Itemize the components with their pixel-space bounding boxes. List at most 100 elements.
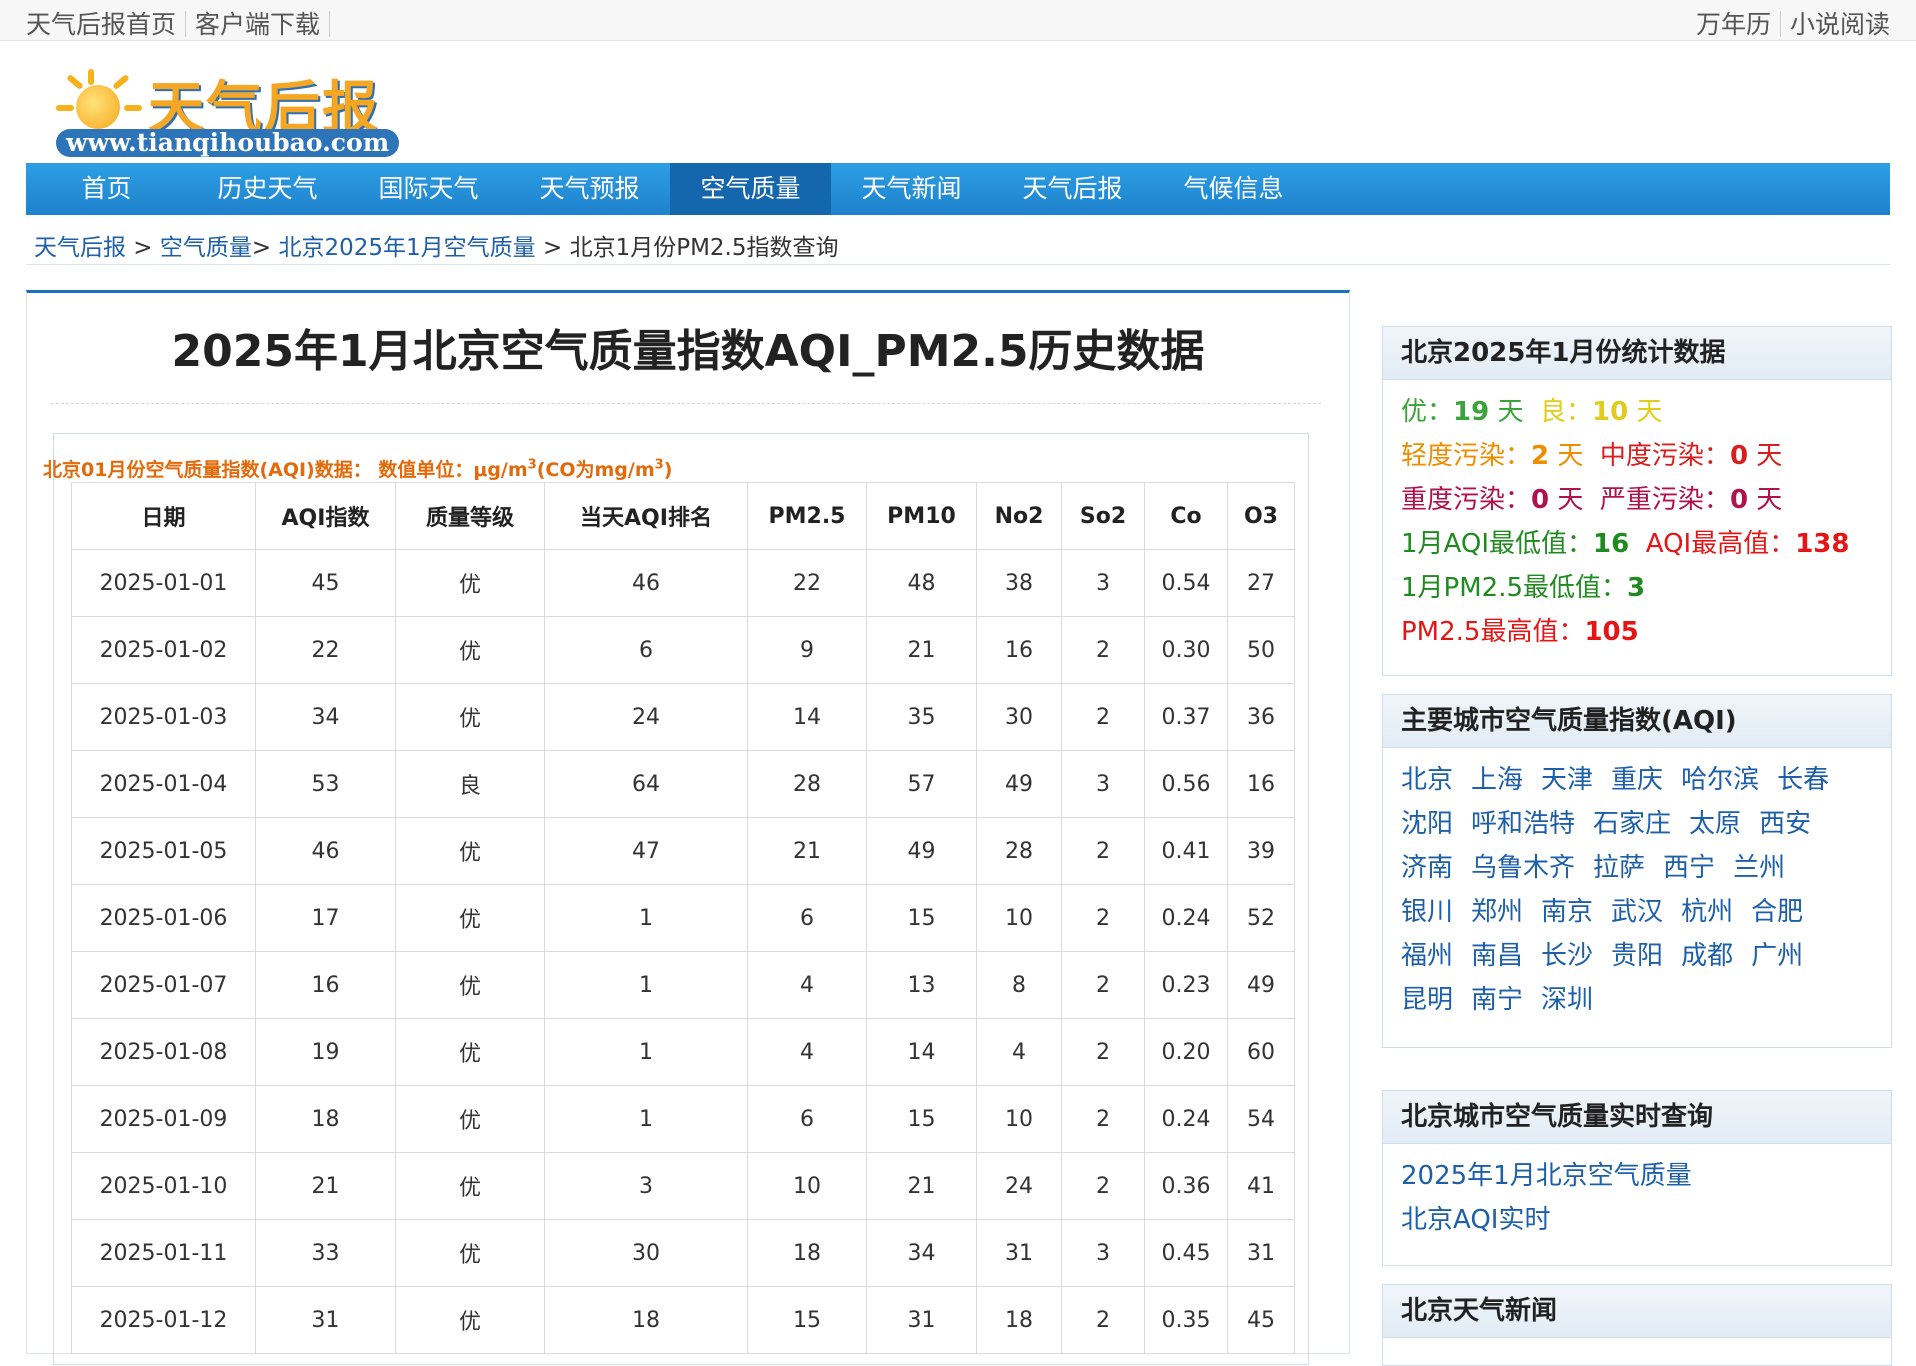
table-cell: 31 (976, 1219, 1062, 1287)
city-link[interactable]: 合肥 (1751, 897, 1803, 927)
table-cell: 64 (544, 750, 748, 818)
city-link[interactable]: 南昌 (1471, 941, 1523, 971)
col-header: 日期 (71, 482, 256, 550)
nav-item-international[interactable]: 国际天气 (348, 163, 509, 215)
table-row: 2025-01-09 18 优 1 6 15 10 2 0.24 54 (71, 1085, 1295, 1153)
city-link[interactable]: 拉萨 (1593, 853, 1645, 883)
table-cell: 3 (1061, 750, 1145, 818)
city-link[interactable]: 成都 (1681, 941, 1733, 971)
table-cell: 57 (866, 750, 977, 818)
city-row: 银川 郑州 南京 武汉 杭州 合肥 (1401, 890, 1873, 934)
stats-title: 北京2025年1月份统计数据 (1383, 327, 1891, 380)
table-cell: 4 (747, 1018, 867, 1086)
city-link[interactable]: 贵阳 (1611, 941, 1663, 971)
table-cell: 1 (544, 884, 748, 952)
table-row: 2025-01-12 31 优 18 15 31 18 2 0.35 45 (71, 1286, 1295, 1354)
table-cell: 2025-01-09 (71, 1085, 256, 1153)
city-link[interactable]: 呼和浩特 (1471, 809, 1575, 839)
city-link[interactable]: 南宁 (1471, 985, 1523, 1015)
city-link[interactable]: 济南 (1401, 853, 1453, 883)
nav-item-air-quality[interactable]: 空气质量 (670, 163, 831, 215)
table-cell: 15 (866, 1085, 977, 1153)
city-link[interactable]: 杭州 (1681, 897, 1733, 927)
table-cell: 优 (395, 817, 545, 885)
nav-item-home[interactable]: 首页 (26, 163, 187, 215)
city-link[interactable]: 南京 (1541, 897, 1593, 927)
city-link[interactable]: 福州 (1401, 941, 1453, 971)
city-link[interactable]: 武汉 (1611, 897, 1663, 927)
pm-min: 3 (1627, 573, 1646, 603)
table-cell: 2025-01-06 (71, 884, 256, 952)
table-cell: 2 (1061, 817, 1145, 885)
table-cell: 18 (255, 1085, 396, 1153)
table-cell: 30 (544, 1219, 748, 1287)
table-cell: 优 (395, 1152, 545, 1220)
city-link[interactable]: 西宁 (1663, 853, 1715, 883)
stats-line: 轻度污染：2 天 中度污染：0 天 (1401, 441, 1783, 471)
table-cell: 30 (976, 683, 1062, 751)
city-link[interactable]: 深圳 (1541, 985, 1593, 1015)
table-cell: 18 (747, 1219, 867, 1287)
city-link[interactable]: 石家庄 (1593, 809, 1671, 839)
city-link[interactable]: 银川 (1401, 897, 1453, 927)
city-link[interactable]: 重庆 (1611, 765, 1663, 795)
table-cell: 15 (866, 884, 977, 952)
table-cell: 22 (255, 616, 396, 684)
table-cell: 31 (1227, 1219, 1295, 1287)
novel-link[interactable]: 小说阅读 (1790, 10, 1890, 39)
city-link[interactable]: 郑州 (1471, 897, 1523, 927)
table-cell: 2025-01-04 (71, 750, 256, 818)
col-header: PM2.5 (747, 482, 867, 550)
realtime-link[interactable]: 2025年1月北京空气质量 (1401, 1154, 1873, 1198)
table-cell: 0.20 (1144, 1018, 1228, 1086)
city-link[interactable]: 上海 (1471, 765, 1523, 795)
table-cell: 4 (747, 951, 867, 1019)
realtime-link[interactable]: 北京AQI实时 (1401, 1198, 1873, 1242)
table-cell: 28 (976, 817, 1062, 885)
table-cell: 8 (976, 951, 1062, 1019)
city-link[interactable]: 乌鲁木齐 (1471, 853, 1575, 883)
stats-line: 1月AQI最低值：16 AQI最高值：138 (1401, 529, 1850, 559)
table-cell: 2025-01-08 (71, 1018, 256, 1086)
site-logo[interactable]: 天气后报 www.tianqihoubao.com (26, 55, 424, 159)
city-row: 北京 上海 天津 重庆 哈尔滨 长春 (1401, 758, 1873, 802)
stats-line: PM2.5最高值：105 (1401, 617, 1639, 647)
nav-item-history[interactable]: 历史天气 (187, 163, 348, 215)
calendar-link[interactable]: 万年历 (1696, 10, 1771, 39)
breadcrumb-link[interactable]: 北京2025年1月空气质量 (279, 235, 536, 261)
city-link[interactable]: 北京 (1401, 765, 1453, 795)
table-cell: 0.45 (1144, 1219, 1228, 1287)
city-link[interactable]: 天津 (1541, 765, 1593, 795)
nav-item-houbao[interactable]: 天气后报 (992, 163, 1153, 215)
city-link[interactable]: 兰州 (1733, 853, 1785, 883)
nav-item-climate[interactable]: 气候信息 (1153, 163, 1314, 215)
city-link[interactable]: 广州 (1751, 941, 1803, 971)
city-link[interactable]: 西安 (1759, 809, 1811, 839)
aqi-min: 16 (1593, 529, 1630, 559)
realtime-title: 北京城市空气质量实时查询 (1383, 1091, 1891, 1144)
city-link[interactable]: 昆明 (1401, 985, 1453, 1015)
table-cell: 2 (1061, 884, 1145, 952)
severe-days: 0 (1729, 485, 1749, 515)
city-link[interactable]: 太原 (1689, 809, 1741, 839)
col-header: 当天AQI排名 (544, 482, 748, 550)
table-cell: 优 (395, 884, 545, 952)
nav-item-news[interactable]: 天气新闻 (831, 163, 992, 215)
breadcrumb-link[interactable]: 空气质量 (160, 235, 252, 261)
city-link[interactable]: 哈尔滨 (1681, 765, 1759, 795)
table-cell: 6 (544, 616, 748, 684)
table-row: 2025-01-08 19 优 1 4 14 4 2 0.20 60 (71, 1018, 1295, 1086)
breadcrumb-link[interactable]: 天气后报 (34, 235, 126, 261)
home-link[interactable]: 天气后报首页 (26, 10, 176, 39)
col-header: 质量等级 (395, 482, 545, 550)
table-cell: 46 (255, 817, 396, 885)
nav-item-forecast[interactable]: 天气预报 (509, 163, 670, 215)
city-link[interactable]: 长春 (1777, 765, 1829, 795)
table-cell: 0.54 (1144, 549, 1228, 617)
table-cell: 优 (395, 1018, 545, 1086)
client-download-link[interactable]: 客户端下载 (195, 10, 320, 39)
city-link[interactable]: 沈阳 (1401, 809, 1453, 839)
table-cell: 6 (747, 1085, 867, 1153)
table-caption: 北京01月份空气质量指数(AQI)数据： 数值单位：μg/m3(CO为mg/m3… (43, 457, 673, 481)
city-link[interactable]: 长沙 (1541, 941, 1593, 971)
